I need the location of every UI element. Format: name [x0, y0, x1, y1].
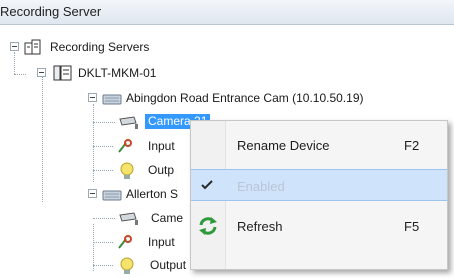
collapse-toggle[interactable]: [88, 93, 97, 102]
tree-item-output[interactable]: Outp: [0, 161, 200, 179]
camera-hardware-icon: [102, 90, 122, 109]
menu-item-label: Enabled: [237, 179, 285, 194]
menu-item-shortcut: F2: [404, 138, 420, 153]
tree-item-label: Input: [148, 235, 175, 249]
menu-item-shortcut: F5: [404, 219, 420, 234]
camera-icon: [118, 210, 142, 229]
tree-line: [93, 122, 115, 123]
output-bulb-icon: [118, 257, 136, 278]
panel-header: Recording Server: [0, 0, 454, 25]
tree-line: [93, 218, 115, 219]
server-icon: [52, 65, 74, 84]
tree-item-label: Came: [151, 211, 184, 225]
camera-hardware-icon: [102, 186, 122, 205]
tree-line: [93, 242, 113, 243]
tree-item-label: Abingdon Road Entrance Cam (10.10.50.19): [126, 91, 364, 105]
panel-title: Recording Server: [0, 4, 102, 19]
tree-item-label: Outp: [148, 163, 175, 177]
tree-item-camera[interactable]: Came: [0, 209, 200, 227]
tree-item-device-group-2[interactable]: Allerton S: [0, 185, 200, 203]
tree-item-input[interactable]: Input: [0, 233, 200, 251]
tree-item-recording-servers[interactable]: Recording Servers: [0, 38, 300, 56]
camera-icon: [118, 114, 142, 133]
context-menu: Rename Device F2 Enabled Refresh F5: [190, 120, 448, 270]
menu-item-refresh[interactable]: Refresh F5: [191, 210, 447, 242]
collapse-toggle[interactable]: [37, 68, 46, 77]
tree-item-label: Recording Servers: [50, 40, 150, 54]
input-icon: [116, 234, 136, 253]
tree-item-server[interactable]: DKLT-MKM-01: [0, 64, 300, 82]
tree-item-label: DKLT-MKM-01: [78, 66, 157, 80]
tree-item-device-group-1[interactable]: Abingdon Road Entrance Cam (10.10.50.19): [0, 89, 454, 107]
server-group-icon: [24, 39, 46, 58]
menu-item-label: Rename Device: [237, 138, 330, 153]
menu-item-label: Refresh: [237, 219, 283, 234]
tree-line: [93, 170, 113, 171]
output-bulb-icon: [118, 162, 136, 183]
collapse-toggle[interactable]: [10, 42, 19, 51]
tree-item-label: Allerton S: [126, 187, 179, 201]
refresh-icon: [197, 215, 219, 240]
tree-line: [93, 265, 113, 266]
tree-item-label: Input: [148, 139, 175, 153]
menu-item-enabled[interactable]: Enabled: [191, 169, 447, 201]
collapse-toggle[interactable]: [88, 189, 97, 198]
tree-item-input[interactable]: Input: [0, 137, 200, 155]
input-icon: [116, 138, 136, 157]
tree-line: [93, 146, 113, 147]
menu-item-rename-device[interactable]: Rename Device F2: [191, 129, 447, 161]
check-icon: [199, 178, 215, 195]
